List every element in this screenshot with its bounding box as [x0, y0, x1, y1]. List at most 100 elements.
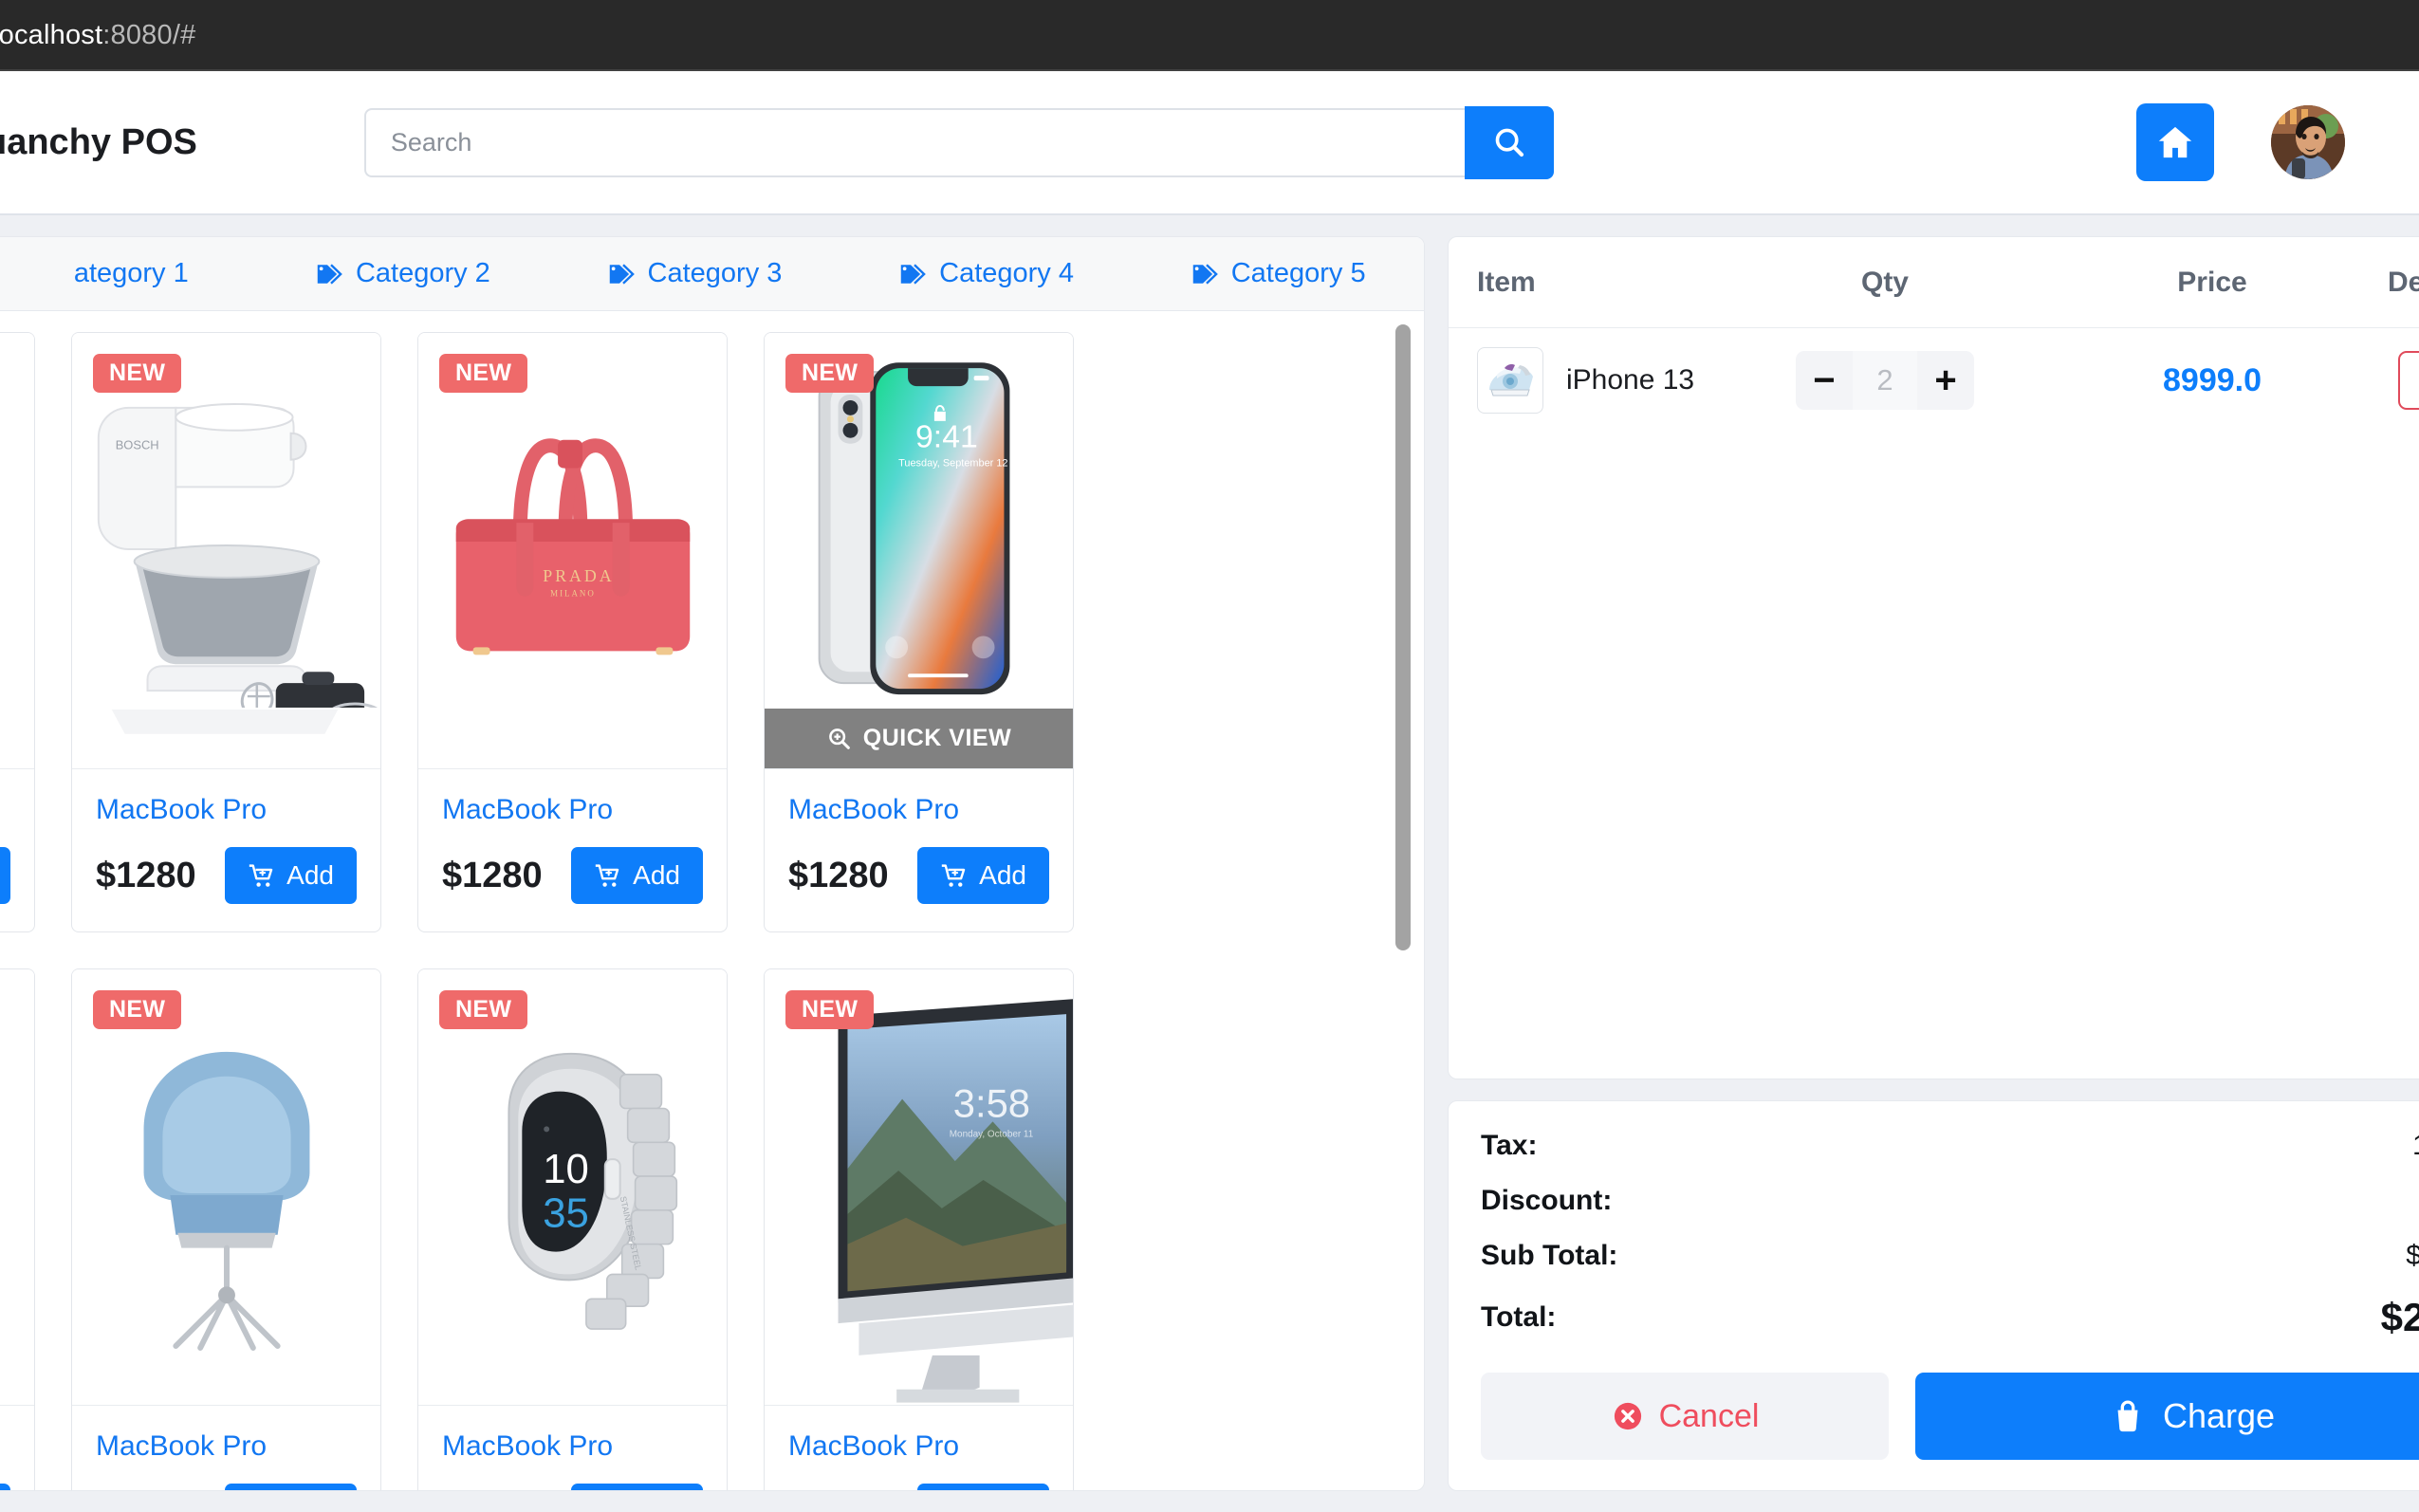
product-info: MacBook Pro $1280 Add — [72, 1405, 380, 1490]
stand-mixer-art: BOSCH — [72, 334, 380, 767]
product-name[interactable]: MacBook Pro — [442, 794, 703, 826]
charge-button[interactable]: Charge — [1915, 1373, 2419, 1460]
circle-x-icon — [1614, 1402, 1641, 1430]
add-to-cart-button[interactable]: Add — [0, 1484, 10, 1490]
total-label: Total: — [1481, 1301, 1557, 1333]
product-image: NEW — [0, 333, 34, 768]
category-tab-1[interactable]: ategory 1 — [0, 258, 257, 289]
add-to-cart-button[interactable]: Add — [917, 847, 1049, 904]
product-price: $1280 — [442, 855, 543, 895]
category-tab-2[interactable]: Category 2 — [257, 258, 549, 289]
svg-text:BOSCH: BOSCH — [116, 438, 159, 452]
svg-text:9:41: 9:41 — [915, 419, 978, 455]
avatar[interactable] — [2271, 105, 2345, 179]
svg-text:10: 10 — [543, 1146, 589, 1192]
product-info: MacBook Pro $1280 Add — [72, 768, 380, 931]
product-card[interactable]: NEW MacBook Pro — [71, 968, 381, 1490]
product-name[interactable]: MacBook Pro — [0, 794, 10, 826]
main-layout: ategory 1 Category 2 Category 3 Category… — [0, 215, 2419, 1512]
product-price: $1280 — [788, 855, 889, 895]
qty-decrease-button[interactable]: − — [1796, 351, 1853, 410]
product-image: NEW 10 35 STAINLESS STEEL — [418, 969, 727, 1405]
delete-item-button[interactable] — [2398, 351, 2419, 410]
category-tab-3[interactable]: Category 3 — [548, 258, 840, 289]
category-tab-5[interactable]: Category 5 — [1132, 258, 1424, 289]
trash-icon — [2415, 365, 2419, 396]
product-footer: $1280 Add — [0, 1484, 10, 1490]
charge-label: Charge — [2162, 1396, 2276, 1435]
column-delete: Delete — [2388, 266, 2419, 298]
category-tab-1-label: ategory 1 — [73, 258, 189, 288]
product-card[interactable]: NEW BOSCH MacBook Pro $1280 Add — [71, 332, 381, 932]
product-info: MacBook Pro $1280 Add — [0, 1405, 34, 1490]
svg-text:MILANO: MILANO — [550, 589, 596, 599]
svg-text:Tuesday, September 12: Tuesday, September 12 — [898, 458, 1007, 470]
product-card-hovered[interactable]: NEW 9:41 Tuesday, September 12 QUICK VIE… — [764, 332, 1074, 932]
cart-item-cell: iPhone 13 — [1477, 347, 1733, 414]
product-footer: $1280 Add — [442, 847, 703, 904]
product-name[interactable]: MacBook Pro — [96, 1430, 357, 1463]
url-host: localhost — [0, 20, 103, 50]
qty-increase-button[interactable]: + — [1917, 351, 1974, 410]
tax-label: Tax: — [1481, 1130, 1538, 1161]
chair-white-art — [0, 970, 34, 1404]
item-name: iPhone 13 — [1566, 364, 1695, 396]
new-badge: NEW — [93, 354, 182, 393]
browser-url-bar[interactable]: localhost:8080/# — [0, 0, 2419, 74]
home-button[interactable] — [2136, 103, 2214, 181]
cart-plus-icon — [941, 863, 966, 887]
add-to-cart-button[interactable]: Add — [225, 1484, 357, 1490]
add-to-cart-button[interactable]: Add — [571, 1484, 703, 1490]
cancel-button[interactable]: Cancel — [1481, 1373, 1889, 1460]
search-button[interactable] — [1464, 105, 1554, 179]
category-tab-4[interactable]: Category 4 — [840, 258, 1133, 289]
header-actions — [2136, 103, 2345, 181]
product-info: MacBook Pro $1280 Add — [765, 768, 1073, 931]
product-image: NEW — [0, 969, 34, 1405]
product-name[interactable]: MacBook Pro — [788, 1430, 1049, 1463]
category-tab-3-label: Category 3 — [647, 258, 783, 288]
product-footer: $1280 Add — [788, 847, 1049, 904]
add-to-cart-button[interactable]: Add — [225, 847, 357, 904]
category-tab-2-label: Category 2 — [355, 258, 490, 288]
product-info: MacBook Pro $1280 Add — [418, 1405, 727, 1490]
iphone-art: 9:41 Tuesday, September 12 — [818, 362, 1010, 695]
product-grid-scrollbar[interactable] — [1395, 324, 1411, 950]
smartwatch-art: 10 35 STAINLESS STEEL — [418, 970, 727, 1404]
add-to-cart-button[interactable]: Add — [571, 847, 703, 904]
iron-icon — [1482, 352, 1539, 409]
svg-text:3:58: 3:58 — [953, 1080, 1030, 1125]
add-to-cart-button[interactable]: Add — [0, 847, 10, 904]
app-title: uanchy POS — [0, 121, 197, 162]
quick-view-overlay[interactable]: QUICK VIEW — [765, 709, 1073, 768]
discount-label: Discount: — [1481, 1185, 1613, 1216]
shopping-bag-icon — [2117, 1400, 2138, 1432]
new-badge: NEW — [785, 990, 875, 1029]
subtotal-value: $215 — [2406, 1240, 2419, 1271]
product-image: NEW BOSCH — [72, 333, 380, 768]
product-name[interactable]: MacBook Pro — [0, 1430, 10, 1463]
product-card[interactable]: NEW MacBook Pro $1280 — [0, 968, 35, 1490]
product-card[interactable]: NEW 3:58 Monday, October 11 MacBook Pro — [764, 968, 1074, 1490]
product-info: MacBook Pro $1280 Add — [765, 1405, 1073, 1490]
product-image: NEW — [765, 969, 1073, 1405]
tag-icon — [609, 263, 635, 285]
product-card[interactable]: NEW PRADA MILANO MacBook Pro $1280 Add — [417, 332, 728, 932]
product-name[interactable]: MacBook Pro — [442, 1430, 703, 1463]
product-card[interactable]: NEW 10 35 STAINLESS STEEL MacBook Pro — [417, 968, 728, 1490]
total-value: $215 — [2380, 1295, 2419, 1339]
new-badge: NEW — [439, 990, 528, 1029]
svg-text:Monday, October 11: Monday, October 11 — [950, 1129, 1034, 1139]
product-name[interactable]: MacBook Pro — [96, 794, 357, 826]
new-badge: NEW — [785, 354, 875, 393]
product-footer: $1280 Add — [96, 847, 357, 904]
tag-icon — [900, 263, 926, 285]
product-name[interactable]: MacBook Pro — [788, 794, 1049, 826]
add-to-cart-button[interactable]: Add — [917, 1484, 1049, 1490]
product-card[interactable]: NEW MacBook Pro $1280 — [0, 332, 35, 932]
category-tabs: ategory 1 Category 2 Category 3 Category… — [0, 237, 1424, 311]
qty-value[interactable]: 2 — [1853, 351, 1917, 410]
url-text: localhost:8080/# — [0, 20, 195, 51]
magnifier-plus-icon — [828, 728, 850, 749]
search-input[interactable] — [363, 107, 1465, 177]
